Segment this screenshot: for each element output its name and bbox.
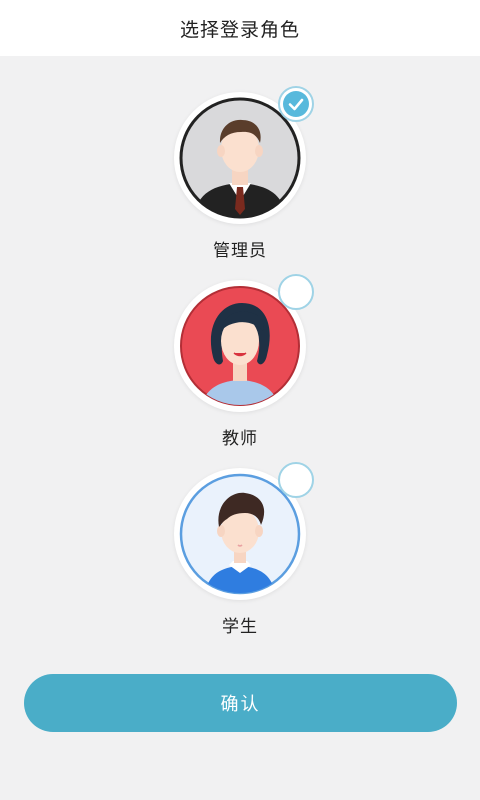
selected-check-icon[interactable] bbox=[278, 86, 314, 122]
avatar-teacher[interactable] bbox=[174, 274, 314, 412]
role-label-student: 学生 bbox=[222, 617, 258, 637]
avatar-admin[interactable] bbox=[174, 86, 314, 224]
role-option-admin[interactable]: 管理员 bbox=[0, 86, 480, 261]
role-label-admin: 管理员 bbox=[213, 241, 267, 261]
role-option-teacher[interactable]: 教师 bbox=[0, 274, 480, 449]
unselected-check-icon[interactable] bbox=[278, 274, 314, 310]
page-title: 选择登录角色 bbox=[179, 18, 300, 41]
unselected-check-icon[interactable] bbox=[278, 462, 314, 498]
role-label-teacher: 教师 bbox=[222, 429, 258, 449]
confirm-button[interactable]: 确认 bbox=[24, 674, 457, 732]
role-option-student[interactable]: 学生 bbox=[0, 462, 480, 637]
avatar-student[interactable] bbox=[174, 462, 314, 600]
title-bar: 选择登录角色 bbox=[0, 0, 480, 56]
